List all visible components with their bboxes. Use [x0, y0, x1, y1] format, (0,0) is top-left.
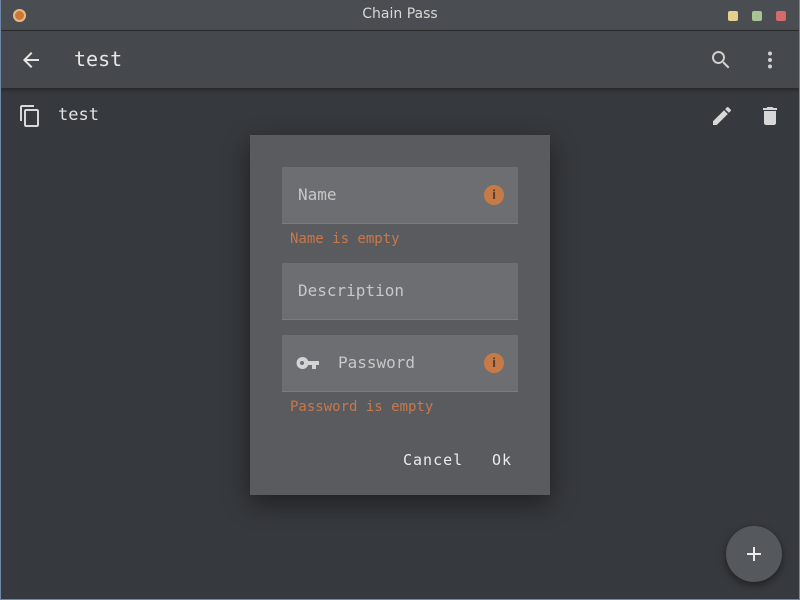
name-placeholder: Name: [298, 185, 337, 204]
description-field[interactable]: Description: [282, 263, 518, 320]
delete-icon[interactable]: [758, 104, 782, 128]
edit-icon[interactable]: [710, 104, 734, 128]
description-placeholder: Description: [298, 281, 404, 300]
app-bar: test: [1, 31, 799, 88]
add-item-fab[interactable]: [726, 526, 782, 582]
password-placeholder: Password: [338, 353, 416, 372]
more-vert-icon[interactable]: [758, 48, 782, 72]
cancel-button[interactable]: Cancel: [403, 451, 463, 469]
name-error-info-icon: i: [484, 185, 504, 205]
name-field[interactable]: Name i: [282, 167, 518, 224]
search-icon[interactable]: [709, 48, 733, 72]
app-window: Chain Pass test test Name i Name is empt…: [1, 0, 799, 599]
password-error-text: Password is empty: [290, 399, 434, 415]
name-error-text: Name is empty: [290, 231, 400, 247]
minimize-button[interactable]: [728, 11, 738, 21]
password-field[interactable]: Password i: [282, 335, 518, 392]
copy-icon[interactable]: [18, 104, 42, 128]
plus-icon: [747, 547, 761, 561]
window-title: Chain Pass: [362, 6, 438, 22]
page-title: test: [74, 47, 123, 71]
maximize-button[interactable]: [752, 11, 762, 21]
ok-button[interactable]: Ok: [492, 451, 512, 469]
back-arrow-icon[interactable]: [19, 48, 43, 72]
close-window-button[interactable]: [776, 11, 786, 21]
add-item-dialog: Name i Name is empty Description Passwor…: [250, 135, 550, 495]
title-bar[interactable]: Chain Pass: [1, 0, 799, 31]
key-icon: [296, 357, 319, 369]
dialog-actions: Cancel Ok: [250, 451, 550, 475]
list-item[interactable]: test: [1, 92, 799, 140]
password-error-info-icon: i: [484, 353, 504, 373]
list-item-label: test: [58, 105, 99, 125]
